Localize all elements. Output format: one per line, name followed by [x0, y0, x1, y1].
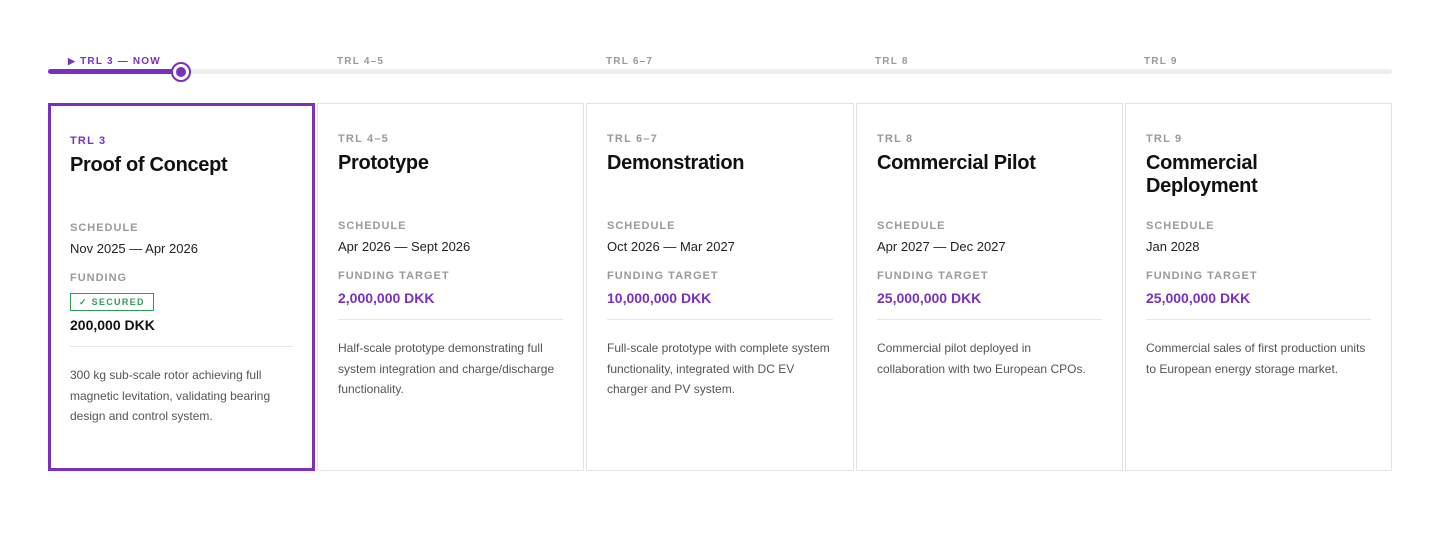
- card-divider: [607, 319, 833, 320]
- card-divider: [1146, 319, 1371, 320]
- card-trl: TRL 4–5: [338, 133, 389, 145]
- timeline-progress-fill: [48, 69, 182, 74]
- card-title: Commercial Pilot: [877, 152, 1036, 174]
- stage-card-trl-8[interactable]: TRL 8 Commercial Pilot SCHEDULE Apr 2027…: [856, 103, 1123, 471]
- schedule-label: SCHEDULE: [338, 220, 407, 232]
- funding-amount: 25,000,000 DKK: [1146, 290, 1251, 306]
- card-description: Half-scale prototype demonstrating full …: [338, 341, 555, 396]
- funding-label: FUNDING TARGET: [1146, 270, 1258, 282]
- stage-card-trl-4-5[interactable]: TRL 4–5 Prototype SCHEDULE Apr 2026 — Se…: [317, 103, 584, 471]
- stage-card-trl-9[interactable]: TRL 9 Commercial Deployment SCHEDULE Jan…: [1125, 103, 1392, 471]
- schedule-label: SCHEDULE: [1146, 220, 1215, 232]
- card-divider: [70, 346, 293, 347]
- funding-amount: 25,000,000 DKK: [877, 290, 982, 306]
- funding-amount: 2,000,000 DKK: [338, 290, 435, 306]
- timeline-label-trl-6-7: TRL 6–7: [606, 56, 654, 67]
- card-description: Commercial sales of first production uni…: [1146, 341, 1366, 376]
- funding-label: FUNDING TARGET: [607, 270, 719, 282]
- schedule-label: SCHEDULE: [607, 220, 676, 232]
- card-description: 300 kg sub-scale rotor achieving full ma…: [70, 368, 271, 423]
- card-description: Full-scale prototype with complete syste…: [607, 341, 830, 396]
- card-trl: TRL 8: [877, 133, 914, 145]
- schedule-value: Apr 2027 — Dec 2027: [877, 239, 1006, 254]
- funding-label: FUNDING TARGET: [877, 270, 989, 282]
- card-title: Proof of Concept: [70, 154, 228, 176]
- timeline-label-trl-8: TRL 8: [875, 56, 909, 67]
- card-title: Commercial Deployment: [1146, 152, 1258, 197]
- card-title: Demonstration: [607, 152, 745, 174]
- card-trl: TRL 9: [1146, 133, 1183, 145]
- timeline-current-text: TRL 3 — NOW: [80, 56, 161, 67]
- card-divider: [338, 319, 563, 320]
- card-title: Prototype: [338, 152, 429, 174]
- schedule-label: SCHEDULE: [877, 220, 946, 232]
- funding-label: FUNDING TARGET: [338, 270, 450, 282]
- card-trl: TRL 6–7: [607, 133, 658, 145]
- schedule-value: Apr 2026 — Sept 2026: [338, 239, 471, 254]
- card-divider: [877, 319, 1102, 320]
- stage-card-trl-6-7[interactable]: TRL 6–7 Demonstration SCHEDULE Oct 2026 …: [586, 103, 854, 471]
- schedule-value: Nov 2025 — Apr 2026: [70, 241, 198, 256]
- funding-amount: 10,000,000 DKK: [607, 290, 712, 306]
- play-arrow-icon: ▶: [68, 56, 77, 66]
- schedule-label: SCHEDULE: [70, 222, 139, 234]
- schedule-value: Jan 2028: [1146, 239, 1200, 254]
- schedule-value: Oct 2026 — Mar 2027: [607, 239, 735, 254]
- card-trl: TRL 3: [70, 135, 107, 147]
- timeline-label-current: ▶ TRL 3 — NOW: [68, 56, 161, 67]
- card-description: Commercial pilot deployed in collaborati…: [877, 341, 1086, 376]
- timeline-track: [48, 69, 1392, 74]
- stage-cards: TRL 3 Proof of Concept SCHEDULE Nov 2025…: [48, 103, 1392, 471]
- trl-timeline: ▶ TRL 3 — NOW TRL 4–5 TRL 6–7 TRL 8 TRL 9: [48, 52, 1392, 82]
- stage-card-trl-3[interactable]: TRL 3 Proof of Concept SCHEDULE Nov 2025…: [48, 103, 315, 471]
- timeline-label-trl-4-5: TRL 4–5: [337, 56, 385, 67]
- funding-amount: 200,000 DKK: [70, 317, 155, 333]
- funding-label: FUNDING: [70, 272, 128, 284]
- secured-badge: ✓ SECURED: [70, 293, 154, 311]
- current-stage-marker: [171, 62, 191, 82]
- timeline-label-trl-9: TRL 9: [1144, 56, 1178, 67]
